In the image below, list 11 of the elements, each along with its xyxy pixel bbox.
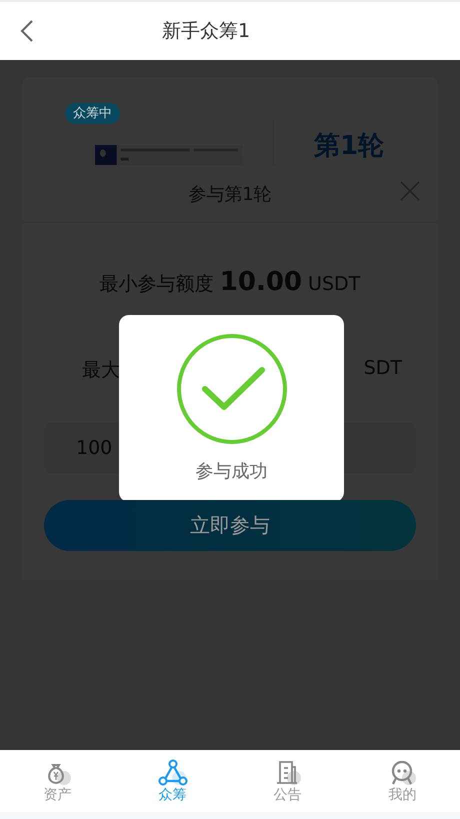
network-icon <box>156 759 188 787</box>
success-check-icon <box>176 333 288 445</box>
tab-item[interactable]: 资产 <box>28 759 88 803</box>
back-icon[interactable] <box>20 19 34 43</box>
status-badge: 众筹中 <box>65 103 120 124</box>
toast-message: 参与成功 <box>196 460 268 483</box>
page-title: 新手众筹1 <box>162 19 250 44</box>
join-button[interactable]: 立即参与 <box>44 500 416 551</box>
tab-item[interactable]: 我的 <box>372 759 432 803</box>
tab-item[interactable]: 公告 <box>258 759 318 803</box>
tab-item[interactable]: 众筹 <box>142 759 202 803</box>
